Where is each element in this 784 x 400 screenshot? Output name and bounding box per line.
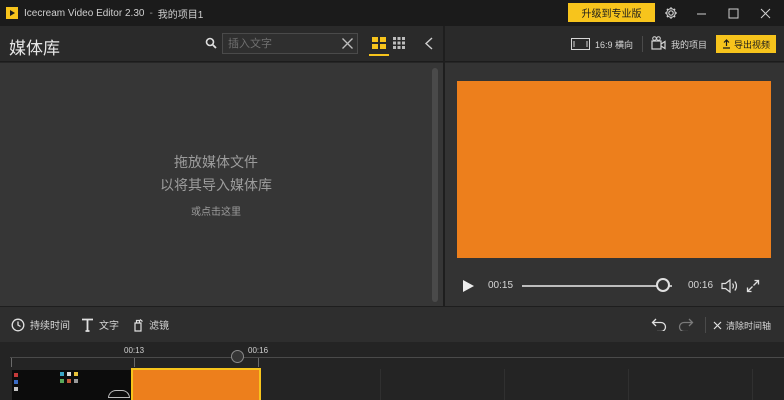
track-gridline <box>628 369 629 400</box>
desktop-icon <box>14 380 18 384</box>
desktop-icon <box>67 379 71 383</box>
close-icon <box>713 321 722 330</box>
upgrade-button[interactable]: 升级到专业版 <box>568 3 655 22</box>
cursor-overlay <box>108 390 130 398</box>
filter-label: 滤镜 <box>149 321 169 332</box>
play-icon[interactable] <box>461 279 475 293</box>
minimize-icon <box>696 13 706 14</box>
filter-button[interactable]: 滤镜 <box>132 317 169 332</box>
undo-icon[interactable] <box>651 318 667 331</box>
title-bar: Icecream Video Editor 2.30 - 我的项目1 升级到专业… <box>0 0 784 26</box>
toolbar-divider <box>705 317 706 333</box>
search-input[interactable] <box>222 33 358 54</box>
drop-hint-subtitle: 以将其导入媒体库 <box>160 177 272 193</box>
aspect-ratio-selector[interactable]: 16:9 横向 <box>595 38 633 51</box>
title-separator: - <box>149 7 153 19</box>
duration-button[interactable]: 持续时间 <box>11 317 70 332</box>
preview-panel: 00:15 00:16 <box>445 63 784 306</box>
ruler-label: 00:13 <box>124 346 145 355</box>
progress-handle[interactable] <box>656 278 670 292</box>
duration-label: 持续时间 <box>30 321 70 332</box>
ruler-label: 00:16 <box>248 346 269 355</box>
media-library-title: 媒体库 <box>9 39 60 58</box>
ruler-tick <box>134 358 135 367</box>
app-logo-icon <box>6 7 18 19</box>
app-title: Icecream Video Editor 2.30 <box>24 7 145 19</box>
project-title: 我的项目1 <box>157 9 204 21</box>
desktop-icon <box>74 379 78 383</box>
drop-hint-title: 拖放媒体文件 <box>174 154 258 170</box>
media-library-scrollbar[interactable] <box>432 68 438 302</box>
text-label: 文字 <box>99 321 119 332</box>
export-video-button[interactable]: 导出视频 <box>716 35 776 53</box>
track-gridline <box>752 369 753 400</box>
video-preview[interactable] <box>457 81 771 258</box>
fullscreen-icon[interactable] <box>746 279 760 293</box>
timeline-toolbar: 持续时间 文字 滤镜 清除时间轴 <box>0 306 784 342</box>
aspect-ratio-icon <box>571 38 590 50</box>
desktop-icon <box>67 372 71 376</box>
clear-search-icon[interactable] <box>341 37 354 50</box>
preview-toolbar: 16:9 横向 我的项目 导出视频 <box>445 26 784 62</box>
desktop-icon <box>14 373 18 377</box>
gear-icon <box>665 7 677 19</box>
track-gridline <box>504 369 505 400</box>
maximize-icon <box>728 8 738 18</box>
minimize-button[interactable] <box>686 0 716 26</box>
volume-icon[interactable] <box>721 278 739 294</box>
ruler-tick <box>258 358 259 367</box>
clear-timeline-label: 清除时间轴 <box>726 321 772 331</box>
desktop-icon <box>60 379 64 383</box>
close-button[interactable] <box>750 0 780 26</box>
clear-timeline-button[interactable]: 清除时间轴 <box>713 319 771 332</box>
export-video-label: 导出视频 <box>733 39 770 50</box>
desktop-icon <box>60 372 64 376</box>
filter-icon <box>134 318 143 332</box>
small-grid-view-icon[interactable] <box>393 37 405 49</box>
current-time: 00:15 <box>488 280 514 291</box>
video-clip[interactable] <box>131 368 261 400</box>
playhead-handle[interactable] <box>231 350 244 363</box>
settings-button[interactable] <box>656 0 686 26</box>
active-view-indicator <box>369 54 389 56</box>
toolbar-divider <box>642 36 643 52</box>
progress-track[interactable] <box>522 285 672 287</box>
text-button[interactable]: 文字 <box>81 317 119 332</box>
search-icon <box>205 37 217 49</box>
click-here-link[interactable]: 或点击这里 <box>0 203 432 218</box>
upload-icon <box>722 39 730 49</box>
desktop-icon <box>74 372 78 376</box>
video-camera-icon <box>651 36 666 50</box>
track-gridline <box>380 369 381 400</box>
media-library-drop-zone[interactable]: 拖放媒体文件 以将其导入媒体库 或点击这里 <box>0 63 443 306</box>
clock-icon <box>11 318 25 331</box>
timeline[interactable]: 00:13 00:16 <box>0 342 784 400</box>
maximize-button[interactable] <box>718 0 748 26</box>
media-library-header: 媒体库 <box>0 26 443 62</box>
ruler-tick <box>11 358 12 367</box>
chevron-left-icon[interactable] <box>424 37 434 50</box>
close-icon <box>760 8 770 18</box>
desktop-icon <box>14 387 18 391</box>
large-grid-view-icon[interactable] <box>372 37 386 49</box>
text-icon <box>82 318 93 332</box>
clip-thumbnail[interactable] <box>12 370 131 400</box>
total-time: 00:16 <box>688 280 714 291</box>
my-project-button[interactable]: 我的项目 <box>671 38 707 51</box>
redo-icon[interactable] <box>678 318 694 331</box>
timeline-ruler <box>10 357 784 358</box>
